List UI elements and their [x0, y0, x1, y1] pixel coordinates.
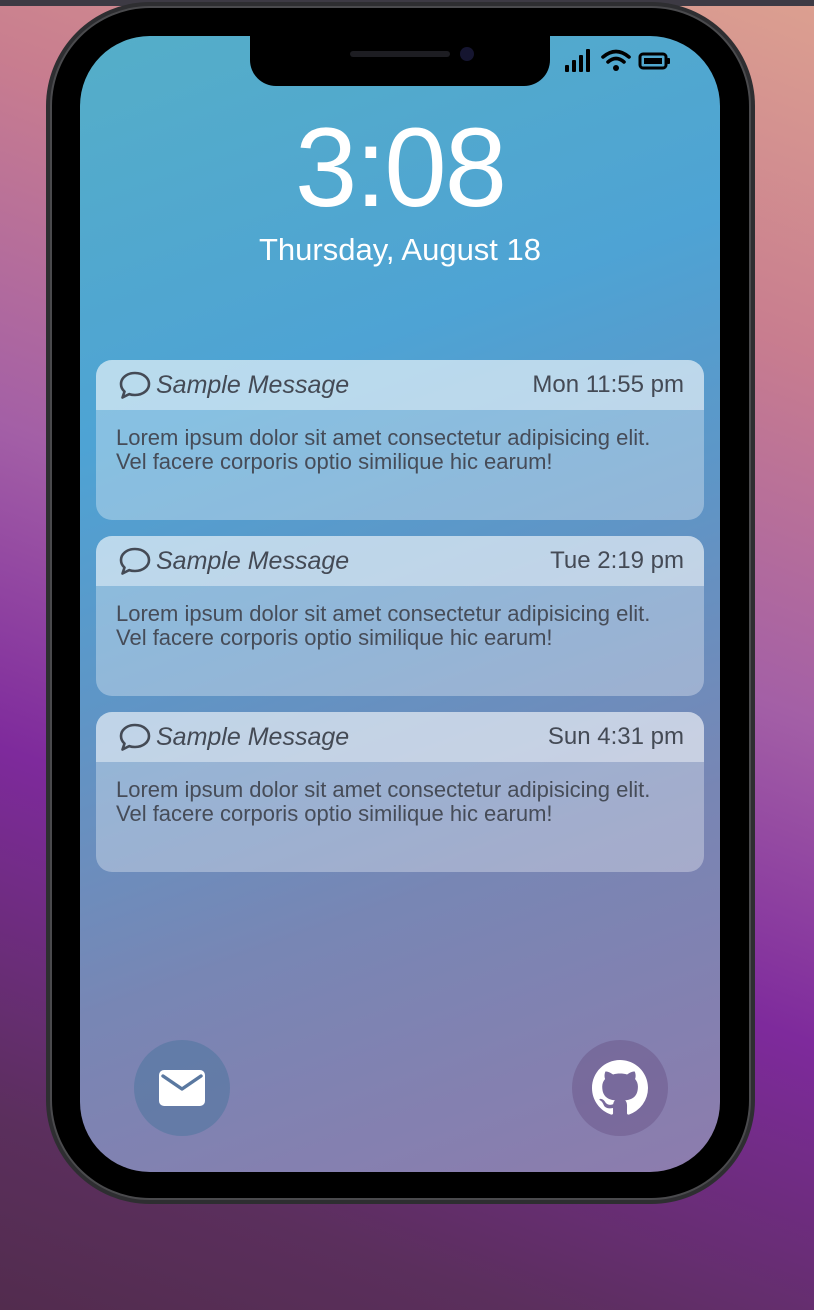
notification-body: Lorem ipsum dolor sit amet consectetur a…: [116, 777, 651, 826]
message-bubble-icon: [119, 371, 151, 399]
wifi-icon: [601, 49, 631, 71]
lock-screen-time: 3:08: [295, 105, 507, 230]
notification-app-name: Sample Message: [156, 722, 350, 751]
notification-card[interactable]: Sample Message Tue 2:19 pm Lorem ipsum d…: [96, 536, 704, 696]
notification-card[interactable]: Sample Message Mon 11:55 pm Lorem ipsum …: [96, 360, 704, 520]
notification-body: Lorem ipsum dolor sit amet consectetur a…: [116, 601, 651, 650]
notification-app: Sample Message: [118, 546, 349, 576]
front-camera: [460, 47, 474, 61]
message-bubble-icon: [119, 547, 151, 575]
lock-screen-date: Thursday, August 18: [258, 232, 542, 267]
battery-icon: [638, 52, 670, 70]
window-top-edge: [0, 0, 814, 6]
notification-list: Sample Message Mon 11:55 pm Lorem ipsum …: [96, 360, 704, 888]
notification-app: Sample Message: [118, 370, 349, 400]
notification-header: Sample Message Sun 4:31 pm: [96, 712, 704, 762]
notification-time: Tue 2:19 pm: [550, 547, 684, 574]
mail-icon: [159, 1070, 205, 1106]
notification-body: Lorem ipsum dolor sit amet consectetur a…: [116, 425, 651, 474]
signal-icon: [565, 49, 590, 72]
github-button[interactable]: [572, 1040, 668, 1136]
github-icon: [592, 1060, 648, 1115]
notification-app: Sample Message: [118, 722, 349, 752]
notification-header: Sample Message Mon 11:55 pm: [96, 360, 704, 410]
status-bar: [564, 48, 672, 72]
lock-screen: 3:08 Thursday, August 18 Sample Message …: [80, 36, 720, 1172]
notification-card[interactable]: Sample Message Sun 4:31 pm Lorem ipsum d…: [96, 712, 704, 872]
speaker-grille: [350, 51, 450, 57]
notification-time: Mon 11:55 pm: [532, 371, 684, 398]
notification-header: Sample Message Tue 2:19 pm: [96, 536, 704, 586]
mail-button[interactable]: [134, 1040, 230, 1136]
notification-app-name: Sample Message: [156, 546, 350, 575]
message-bubble-icon: [119, 723, 151, 751]
notification-time: Sun 4:31 pm: [547, 723, 684, 750]
notification-app-name: Sample Message: [156, 370, 350, 399]
notch: [250, 36, 550, 86]
